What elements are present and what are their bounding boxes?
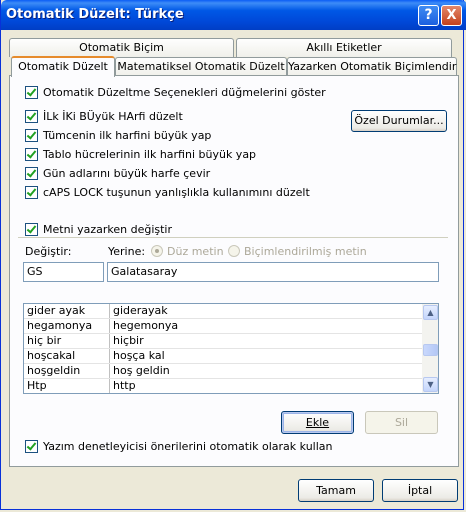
ok-button[interactable]: Tamam — [298, 479, 374, 502]
scroll-down-icon[interactable]: ▼ — [423, 377, 438, 392]
show-buttons-checkbox[interactable] — [25, 86, 38, 99]
tab-autoformat[interactable]: Otomatik Biçim — [9, 38, 234, 57]
delete-button[interactable]: Sil — [365, 411, 438, 434]
list-item-from: hegamonya — [24, 319, 110, 333]
list-item[interactable]: hiç bir hiçbir — [24, 334, 422, 349]
list-item-from: hiç bir — [24, 334, 110, 348]
day-caps-option[interactable]: Gün adlarını büyük harfe çevir — [25, 167, 210, 180]
caps-lock-option[interactable]: cAPS LOCK tuşunun yanlışlıkla kullanımın… — [25, 186, 310, 199]
show-buttons-option[interactable]: Otomatik Düzeltme Seçenekleri düğmelerin… — [25, 86, 326, 99]
list-item-from: hoşcakal — [24, 349, 110, 363]
group-divider — [18, 237, 448, 238]
show-buttons-label: Otomatik Düzeltme Seçenekleri düğmelerin… — [43, 86, 326, 99]
day-caps-checkbox[interactable] — [25, 167, 38, 180]
caps-lock-label: cAPS LOCK tuşunun yanlışlıkla kullanımın… — [43, 186, 310, 199]
caps-lock-checkbox[interactable] — [25, 186, 38, 199]
list-item-to: http — [113, 379, 136, 392]
with-label: Yerine: — [108, 245, 146, 258]
list-item[interactable]: Htp http — [24, 379, 422, 393]
cancel-button[interactable]: İptal — [382, 479, 458, 502]
plain-text-radio[interactable] — [151, 245, 163, 257]
spelling-suggestions-option[interactable]: Yazım denetleyicisi önerilerini otomatik… — [25, 440, 333, 453]
replace-as-you-type-checkbox[interactable] — [25, 223, 38, 236]
close-icon[interactable]: X — [441, 5, 462, 26]
table-caps-label: Tablo hücrelerinin ilk harfini büyük yap — [43, 148, 257, 161]
two-initials-label: İLk İKi BÜyük HArfi düzelt — [43, 110, 183, 123]
day-caps-label: Gün adlarını büyük harfe çevir — [43, 167, 211, 180]
formatted-text-radio[interactable] — [228, 245, 240, 257]
tab-math-autocorrect[interactable]: Matematiksel Otomatik Düzelt — [115, 57, 287, 76]
list-item[interactable]: hegamonya hegemonya — [24, 319, 422, 334]
replace-as-you-type-option[interactable]: Metni yazarken değiştir — [25, 223, 177, 236]
list-item[interactable]: hoşgeldin hoş geldin — [24, 364, 422, 379]
two-initials-checkbox[interactable] — [25, 110, 38, 123]
scroll-up-icon[interactable]: ▲ — [423, 305, 438, 320]
list-item[interactable]: hoşcakal hoşça kal — [24, 349, 422, 364]
table-caps-option[interactable]: Tablo hücrelerinin ilk harfini büyük yap — [25, 148, 256, 161]
tab-autocorrect[interactable]: Otomatik Düzelt — [11, 56, 115, 77]
help-icon[interactable]: ? — [418, 5, 439, 26]
list-item[interactable]: gider ayak giderayak — [24, 304, 422, 319]
plain-text-option[interactable]: Düz metin — [151, 245, 224, 258]
sentence-caps-option[interactable]: Tümcenin ilk harfini büyük yap — [25, 129, 211, 142]
add-button[interactable]: Ekle — [281, 411, 354, 434]
plain-text-label: Düz metin — [167, 245, 224, 258]
list-item-from: gider ayak — [24, 304, 110, 318]
exceptions-button[interactable]: Özel Durumlar... — [351, 110, 447, 132]
with-input[interactable]: Galatasaray — [107, 262, 439, 282]
list-item-from: Htp — [24, 379, 110, 393]
sentence-caps-checkbox[interactable] — [25, 129, 38, 142]
sentence-caps-label: Tümcenin ilk harfini büyük yap — [43, 129, 212, 142]
spelling-suggestions-label: Yazım denetleyicisi önerilerini otomatik… — [43, 440, 333, 453]
formatted-text-option[interactable]: Biçimlendirilmiş metin — [228, 245, 367, 258]
table-caps-checkbox[interactable] — [25, 148, 38, 161]
window-title: Otomatik Düzelt: Türkçe — [6, 7, 184, 22]
title-bar[interactable]: Otomatik Düzelt: Türkçe ? X — [1, 0, 466, 30]
tab-autoformat-as-you-type[interactable]: Yazarken Otomatik Biçimlendir — [287, 57, 457, 76]
spelling-suggestions-checkbox[interactable] — [25, 440, 38, 453]
tab-smart-tags[interactable]: Akıllı Etiketler — [236, 38, 452, 57]
autocorrect-dialog: Otomatik Düzelt: Türkçe ? X Otomatik Biç… — [0, 0, 466, 510]
two-initials-option[interactable]: İLk İKi BÜyük HArfi düzelt — [25, 110, 183, 123]
replace-label: Değiştir: — [25, 245, 72, 258]
formatted-text-label: Biçimlendirilmiş metin — [244, 245, 367, 258]
replace-as-you-type-label: Metni yazarken değiştir — [43, 223, 173, 236]
list-item-to: hiçbir — [113, 334, 144, 347]
scroll-thumb[interactable] — [423, 344, 438, 356]
list-scrollbar[interactable]: ▲ ▼ — [422, 304, 438, 393]
replacement-list[interactable]: gider ayak giderayak hegamonya hegemonya… — [23, 303, 439, 394]
replace-input[interactable]: GS — [23, 262, 104, 282]
list-item-to: hegemonya — [113, 319, 179, 332]
list-item-to: hoşça kal — [113, 349, 165, 362]
list-item-to: hoş geldin — [113, 364, 170, 377]
list-item-from: hoşgeldin — [24, 364, 110, 378]
list-item-to: giderayak — [113, 304, 168, 317]
add-button-label: Ekle — [305, 416, 330, 429]
